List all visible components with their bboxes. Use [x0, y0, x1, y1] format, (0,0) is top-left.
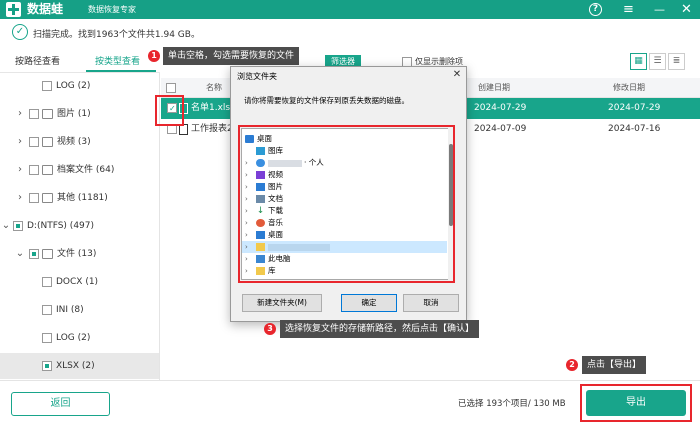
- step-badge-1: 1: [148, 50, 160, 62]
- tree-item[interactable]: › 视频 (3): [0, 129, 159, 155]
- selection-info: 已选择 193个项目/ 130 MB: [458, 399, 566, 409]
- tree-checkbox[interactable]: [29, 137, 39, 147]
- help-icon: ?: [589, 3, 602, 16]
- chevron-down-icon[interactable]: ⌄: [15, 241, 25, 267]
- tree-item-label: LOG (2): [56, 81, 91, 91]
- tab-by-type[interactable]: 按类型查看: [95, 52, 140, 72]
- minimize-button[interactable]: —: [651, 1, 668, 18]
- column-created[interactable]: 创建日期: [478, 78, 510, 98]
- tree-item-label: D:(NTFS) (497): [27, 221, 95, 231]
- file-name: 名单1.xlsx: [191, 103, 236, 113]
- tree-item[interactable]: › 图片 (1): [0, 101, 159, 127]
- chevron-right-icon[interactable]: ›: [15, 129, 25, 155]
- list-view-icon[interactable]: ☰: [649, 53, 666, 70]
- checkbox-highlight-box: [155, 95, 184, 126]
- export-highlight-box: [580, 384, 692, 422]
- close-button[interactable]: ✕: [678, 1, 695, 18]
- app-logo-icon: [6, 2, 21, 17]
- tree-item-label: 图片 (1): [57, 109, 91, 119]
- tree-item-label: 其他 (1181): [57, 193, 108, 203]
- video-icon: [42, 137, 53, 147]
- help-button[interactable]: ?: [587, 1, 604, 18]
- dialog-close-icon[interactable]: ✕: [451, 69, 463, 81]
- document-icon: [42, 249, 53, 259]
- tree-checkbox[interactable]: [42, 277, 52, 287]
- tree-checkbox[interactable]: [42, 333, 52, 343]
- tab-by-path[interactable]: 按路径查看: [15, 52, 60, 72]
- view-tabs: 按路径查看 按类型查看: [0, 52, 160, 72]
- tree-item-label: 文件 (13): [57, 249, 97, 259]
- hint-step-2: 点击【导出】: [582, 356, 647, 374]
- dialog-title: 浏览文件夹: [237, 72, 277, 81]
- tree-checkbox[interactable]: [42, 81, 52, 91]
- tree-item[interactable]: LOG (2): [0, 73, 159, 99]
- tree-item-label: XLSX (2): [56, 361, 95, 371]
- grid-view-icon[interactable]: ▦: [630, 53, 647, 70]
- scan-status-text: 扫描完成。找到1963个文件共1.94 GB。: [33, 30, 200, 40]
- browse-folder-dialog: 浏览文件夹 ✕ 请你将需要恢复的文件保存到原丢失数据的磁盘。 桌面 图库 › ·…: [230, 66, 467, 322]
- dialog-description: 请你将需要恢复的文件保存到原丢失数据的磁盘。: [244, 96, 409, 105]
- chevron-down-icon[interactable]: ⌄: [1, 213, 11, 239]
- tree-checkbox[interactable]: [42, 305, 52, 315]
- chevron-right-icon[interactable]: ›: [15, 185, 25, 211]
- tree-item[interactable]: XLSX (2): [0, 353, 159, 379]
- tree-checkbox[interactable]: [13, 221, 23, 231]
- tree-item-label: DOCX (1): [56, 277, 99, 287]
- close-icon: ✕: [681, 2, 692, 17]
- folder-tree-highlight-box: [238, 125, 455, 283]
- tree-item[interactable]: DOCX (1): [0, 269, 159, 295]
- tree-item[interactable]: INI (8): [0, 297, 159, 323]
- image-icon: [42, 109, 53, 119]
- modified-date: 2024-07-29: [608, 103, 661, 113]
- tree-item[interactable]: LOG (2): [0, 325, 159, 351]
- column-name[interactable]: 名称: [206, 78, 222, 98]
- tree-checkbox[interactable]: [29, 249, 39, 259]
- tree-item[interactable]: › 档案文件 (64): [0, 157, 159, 183]
- tree-item-label: 视频 (3): [57, 137, 91, 147]
- tree-item[interactable]: ⌄ D:(NTFS) (497): [0, 213, 159, 239]
- tree-checkbox[interactable]: [29, 165, 39, 175]
- file-type-tree: LOG (2) › 图片 (1) › 视频 (3) › 档案文件 (64) › …: [0, 73, 160, 380]
- folder-icon: [42, 193, 53, 203]
- app-name: 数据蛙: [27, 2, 64, 16]
- archive-icon: [42, 165, 53, 175]
- back-button[interactable]: 返回: [11, 392, 110, 416]
- tree-item-label: INI (8): [56, 305, 84, 315]
- tree-checkbox[interactable]: [29, 109, 39, 119]
- new-folder-button[interactable]: 新建文件夹(M): [242, 294, 322, 312]
- chevron-right-icon[interactable]: ›: [15, 101, 25, 127]
- select-all-checkbox[interactable]: [166, 83, 176, 93]
- tree-checkbox[interactable]: [42, 361, 52, 371]
- step-badge-3: 3: [264, 323, 276, 335]
- menu-button[interactable]: ≡: [620, 1, 637, 18]
- checkmark-circle-icon: ✓: [12, 24, 28, 40]
- app-subtitle: 数据恢复专家: [88, 5, 136, 14]
- tree-checkbox[interactable]: [29, 193, 39, 203]
- column-modified[interactable]: 修改日期: [613, 78, 645, 98]
- scan-status-bar: ✓ 扫描完成。找到1963个文件共1.94 GB。: [0, 19, 700, 46]
- hint-step-3: 选择恢复文件的存储新路径，然后点击【确认】: [280, 320, 480, 338]
- title-bar: 数据蛙 数据恢复专家 ? ≡ — ✕: [0, 0, 700, 19]
- created-date: 2024-07-29: [474, 103, 527, 113]
- step-badge-2: 2: [566, 359, 578, 371]
- cancel-button[interactable]: 取消: [403, 294, 459, 312]
- detail-view-icon[interactable]: ≣: [668, 53, 685, 70]
- minimize-icon: —: [654, 3, 665, 16]
- tree-item[interactable]: › 其他 (1181): [0, 185, 159, 211]
- hint-step-1: 单击空格，勾选需要恢复的文件: [163, 47, 300, 65]
- tree-item-label: 档案文件 (64): [57, 165, 115, 175]
- chevron-right-icon[interactable]: ›: [15, 157, 25, 183]
- tree-item-label: LOG (2): [56, 333, 91, 343]
- created-date: 2024-07-09: [474, 124, 527, 134]
- modified-date: 2024-07-16: [608, 124, 661, 134]
- menu-icon: ≡: [623, 2, 634, 17]
- ok-button[interactable]: 确定: [341, 294, 397, 312]
- tree-item[interactable]: ⌄ 文件 (13): [0, 241, 159, 267]
